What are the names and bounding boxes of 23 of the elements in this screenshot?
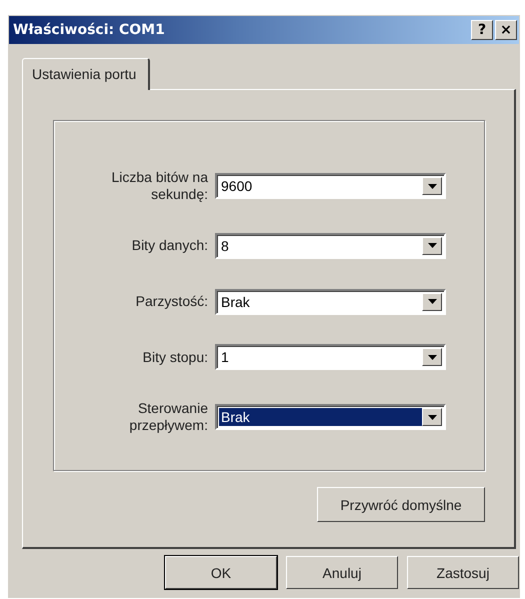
dropdown[interactable]: 8: [215, 232, 446, 259]
dropdown[interactable]: 9600: [215, 173, 446, 199]
field-label: Bity stopu:: [142, 348, 208, 366]
apply-button[interactable]: Zastosuj: [407, 556, 519, 589]
field-label: Bity danych:: [130, 237, 208, 254]
dropdown-value: 9600: [220, 177, 254, 195]
dropdown-value: 8: [220, 236, 230, 255]
dropdown-value: 1: [220, 348, 230, 366]
dropdown[interactable]: Brak: [215, 288, 446, 314]
help-button[interactable]: ?: [471, 20, 493, 40]
dropdown-value: Brak: [220, 292, 251, 310]
field-label: Liczba bitów na sekundę:: [110, 169, 208, 203]
ok-button[interactable]: OK: [165, 556, 277, 589]
window-title: Właściwości: COM1: [13, 22, 165, 38]
field-label: Parzystość:: [134, 293, 208, 310]
tab[interactable]: Ustawienia portu: [22, 58, 150, 90]
field-label: Sterowanie przepływem:: [128, 400, 208, 434]
dropdown[interactable]: Brak: [215, 404, 446, 430]
cancel-button[interactable]: Anuluj: [286, 556, 398, 589]
dropdown[interactable]: 1: [215, 344, 446, 370]
restore-defaults-button[interactable]: Przywróć domyślne: [317, 487, 485, 522]
close-button[interactable]: ×: [495, 20, 517, 40]
dropdown-value: Brak: [219, 408, 422, 426]
